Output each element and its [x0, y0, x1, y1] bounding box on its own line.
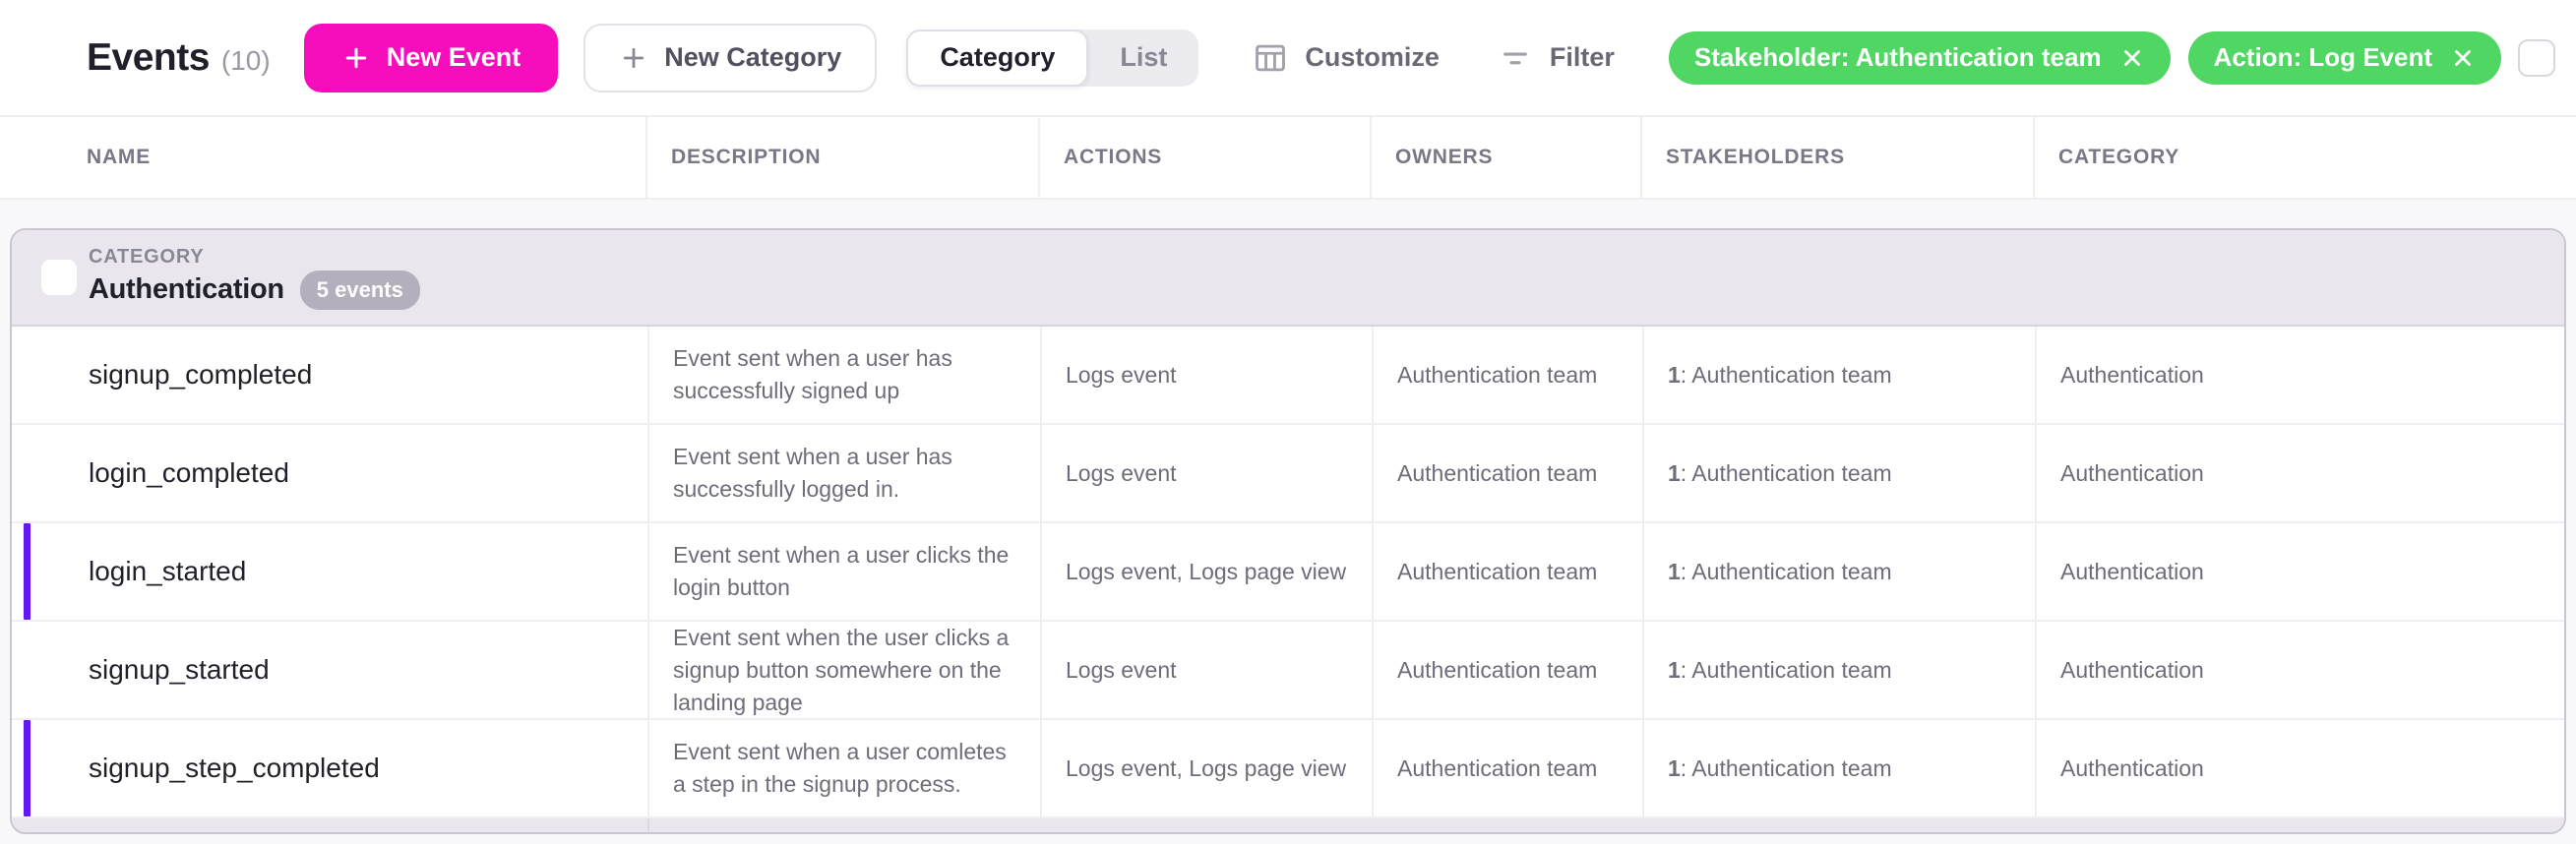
column-header-owners[interactable]: Owners — [1370, 117, 1640, 198]
category-kicker: Category — [89, 246, 420, 269]
event-category: Authentication — [2035, 327, 2564, 423]
event-description: Event sent when a user has successfully … — [647, 327, 1040, 423]
filter-pill-action[interactable]: Action: Log Event — [2188, 31, 2501, 85]
column-header-actions[interactable]: Actions — [1038, 117, 1370, 198]
event-description: Event sent when a user has successfully … — [647, 425, 1040, 521]
event-row[interactable]: login_started Event sent when a user cli… — [12, 523, 2564, 622]
category-name: Authentication — [89, 273, 284, 306]
content-area: Category Authentication 5 events signup_… — [0, 200, 2576, 844]
event-stakeholders: 1: Authentication team — [1642, 327, 2035, 423]
category-checkbox[interactable] — [41, 260, 77, 295]
event-row[interactable]: signup_completed Event sent when a user … — [12, 327, 2564, 425]
event-owners: Authentication team — [1372, 425, 1642, 521]
event-description: Event sent when a user comletes a step i… — [647, 720, 1040, 816]
view-toggle-category[interactable]: Category — [906, 30, 1088, 87]
event-category: Authentication — [2035, 523, 2564, 620]
close-icon[interactable] — [2119, 45, 2145, 71]
category-card: Category Authentication 5 events signup_… — [10, 228, 2566, 834]
show-empty-checkbox[interactable] — [2518, 39, 2555, 77]
event-stakeholders: 1: Authentication team — [1642, 523, 2035, 620]
toolbar: Events (10) New Event New Category Categ… — [0, 0, 2576, 117]
customize-button[interactable]: Customize — [1252, 39, 1440, 77]
card-footer — [12, 818, 2564, 834]
event-category: Authentication — [2035, 425, 2564, 521]
columns-table-icon — [1252, 39, 1289, 77]
event-actions: Logs event — [1040, 327, 1372, 423]
event-row[interactable]: signup_started Event sent when the user … — [12, 622, 2564, 720]
event-row[interactable]: signup_step_completed Event sent when a … — [12, 720, 2564, 818]
plus-icon — [619, 43, 648, 73]
customize-label: Customize — [1305, 42, 1440, 73]
column-header-stakeholders[interactable]: Stakeholders — [1640, 117, 2033, 198]
event-actions: Logs event, Logs page view — [1040, 523, 1372, 620]
filter-lines-icon — [1497, 39, 1534, 77]
table-header: Name Description Actions Owners Stakehol… — [0, 117, 2576, 200]
filter-pill-label: Stakeholder: Authentication team — [1694, 42, 2102, 73]
event-name[interactable]: signup_started — [12, 622, 647, 718]
close-icon[interactable] — [2450, 45, 2476, 71]
event-name[interactable]: signup_step_completed — [12, 720, 647, 816]
event-owners: Authentication team — [1372, 327, 1642, 423]
events-count: (10) — [221, 45, 271, 77]
event-owners: Authentication team — [1372, 622, 1642, 718]
column-header-description[interactable]: Description — [645, 117, 1038, 198]
filter-button[interactable]: Filter — [1497, 39, 1615, 77]
new-event-label: New Event — [387, 42, 521, 73]
plus-icon — [341, 43, 371, 73]
event-stakeholders: 1: Authentication team — [1642, 622, 2035, 718]
category-heading: Category Authentication 5 events — [89, 246, 420, 310]
page-title: Events (10) — [87, 36, 271, 80]
filter-pill-stakeholder[interactable]: Stakeholder: Authentication team — [1669, 31, 2171, 85]
event-name[interactable]: signup_completed — [12, 327, 647, 423]
event-owners: Authentication team — [1372, 720, 1642, 816]
event-name[interactable]: login_completed — [12, 425, 647, 521]
event-actions: Logs event — [1040, 425, 1372, 521]
event-owners: Authentication team — [1372, 523, 1642, 620]
event-category: Authentication — [2035, 622, 2564, 718]
column-header-name[interactable]: Name — [0, 117, 645, 198]
events-page: Events (10) New Event New Category Categ… — [0, 0, 2576, 844]
event-category: Authentication — [2035, 720, 2564, 816]
column-divider — [647, 818, 649, 834]
new-category-button[interactable]: New Category — [583, 24, 877, 92]
event-description: Event sent when the user clicks a signup… — [647, 622, 1040, 718]
page-title-text: Events — [87, 36, 210, 80]
view-toggle-list[interactable]: List — [1088, 30, 1198, 87]
event-row[interactable]: login_completed Event sent when a user h… — [12, 425, 2564, 523]
event-stakeholders: 1: Authentication team — [1642, 720, 2035, 816]
event-count-badge: 5 events — [300, 271, 420, 310]
event-actions: Logs event — [1040, 622, 1372, 718]
new-category-label: New Category — [664, 42, 841, 73]
event-name[interactable]: login_started — [12, 523, 647, 620]
column-header-category[interactable]: Category — [2033, 117, 2576, 198]
view-toggle: Category List — [906, 30, 1198, 87]
filter-pill-label: Action: Log Event — [2214, 42, 2432, 73]
show-empty-categories: Show empty categories — [2518, 39, 2576, 77]
new-event-button[interactable]: New Event — [304, 24, 559, 92]
filter-label: Filter — [1550, 42, 1615, 73]
event-actions: Logs event, Logs page view — [1040, 720, 1372, 816]
event-description: Event sent when a user clicks the login … — [647, 523, 1040, 620]
category-section-header[interactable]: Category Authentication 5 events — [12, 230, 2564, 327]
event-stakeholders: 1: Authentication team — [1642, 425, 2035, 521]
event-rows: signup_completed Event sent when a user … — [12, 327, 2564, 818]
